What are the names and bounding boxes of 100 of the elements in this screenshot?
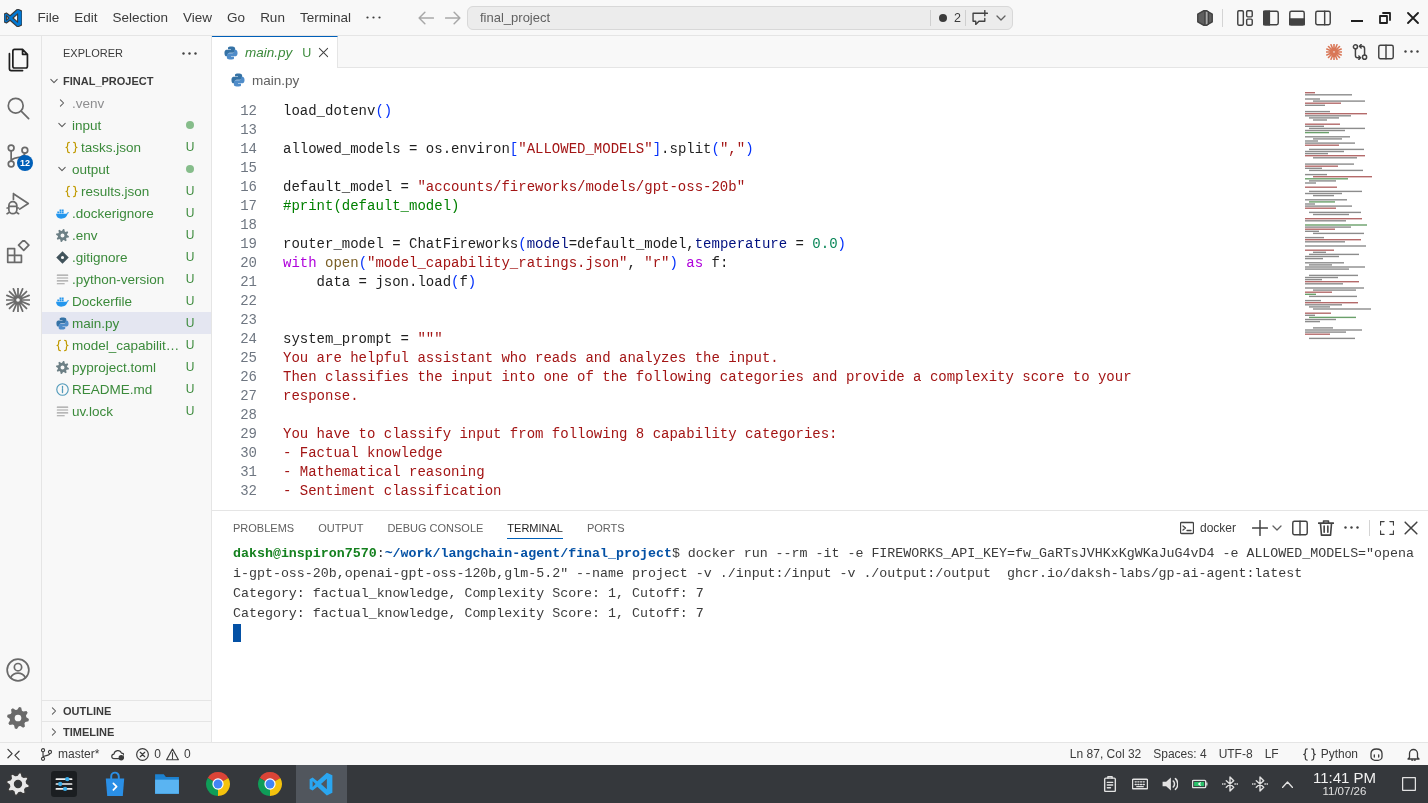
- keyboard-icon[interactable]: [1131, 776, 1148, 792]
- angle-brackets-icon[interactable]: [7, 747, 20, 761]
- bluetooth-icon[interactable]: [1221, 776, 1238, 792]
- file-tree-item[interactable]: model_capabilit… U: [42, 334, 211, 356]
- command-center[interactable]: final_project 2: [467, 5, 1013, 30]
- status-letter: U: [184, 206, 196, 220]
- file-tree-item[interactable]: results.json U: [42, 180, 211, 202]
- compare-arrows-icon[interactable]: [1352, 43, 1368, 60]
- more-icon[interactable]: [1344, 526, 1359, 529]
- files-icon[interactable]: [6, 48, 30, 72]
- sidebar-toggle-icon[interactable]: [1263, 9, 1279, 26]
- status-letter: U: [184, 272, 196, 286]
- menu-item[interactable]: Go: [219, 5, 253, 30]
- chevron-icon[interactable]: [58, 165, 66, 173]
- file-tree-item[interactable]: pyproject.toml U: [42, 356, 211, 378]
- code-line: Then classifies the input into one of the following categories and provide a complexity score to your: [283, 369, 1132, 385]
- hexagon-icon[interactable]: [1197, 9, 1213, 26]
- bell-icon[interactable]: [1407, 747, 1420, 761]
- volume-icon[interactable]: [1161, 776, 1178, 792]
- encoding-status[interactable]: UTF-8: [1218, 747, 1253, 761]
- panel-tab[interactable]: DEBUG CONSOLE: [387, 516, 484, 539]
- clipboard-icon[interactable]: [1101, 776, 1118, 792]
- menu-item[interactable]: Terminal: [292, 5, 359, 30]
- trash-icon[interactable]: [1318, 519, 1334, 536]
- robot-face-icon[interactable]: [1370, 747, 1383, 761]
- close-icon[interactable]: [1404, 520, 1418, 535]
- panel-tab[interactable]: PROBLEMS: [233, 516, 295, 539]
- status-letter: U: [302, 45, 312, 60]
- split-editor-icon[interactable]: [1378, 43, 1394, 60]
- bluetooth-icon[interactable]: [1251, 776, 1268, 792]
- secondary-sidebar-toggle-icon[interactable]: [1315, 9, 1331, 26]
- line-ending-status[interactable]: LF: [1264, 747, 1279, 761]
- customize-layout-icon[interactable]: [1237, 9, 1253, 26]
- caret-up-icon[interactable]: [1281, 780, 1293, 788]
- asterisk-icon[interactable]: [6, 288, 30, 312]
- language-status[interactable]: Python: [1302, 747, 1358, 761]
- file-tree-item[interactable]: uv.lock U: [42, 400, 211, 422]
- chevron-icon[interactable]: [58, 121, 66, 129]
- close-icon[interactable]: [1407, 11, 1419, 24]
- menu-item[interactable]: Edit: [66, 5, 106, 30]
- more-icon[interactable]: [1404, 50, 1419, 53]
- terminal-selector[interactable]: docker: [1179, 520, 1236, 535]
- breadcrumb-item[interactable]: main.py: [231, 72, 300, 88]
- indentation-status[interactable]: Spaces: 4: [1153, 747, 1207, 761]
- section-title: TIMELINE: [63, 726, 115, 738]
- editor-tab[interactable]: main.py U: [212, 36, 339, 68]
- problems-status[interactable]: 0 0: [136, 747, 191, 761]
- cloud-icon[interactable]: [111, 747, 125, 761]
- panel-toggle-icon[interactable]: [1289, 9, 1305, 26]
- clock-date[interactable]: 11/07/26: [1322, 786, 1367, 798]
- split-terminal-icon[interactable]: [1292, 519, 1308, 536]
- run-debug-icon[interactable]: [6, 192, 30, 216]
- menu-item[interactable]: Run: [252, 5, 293, 30]
- chat-plus-icon[interactable]: [972, 9, 988, 26]
- section-header[interactable]: OUTLINE: [42, 700, 211, 721]
- file-tree-item[interactable]: .dockerignore U: [42, 202, 211, 224]
- caret-icon[interactable]: [996, 14, 1006, 21]
- restore-icon[interactable]: [1379, 11, 1391, 24]
- file-tree-item[interactable]: tasks.json U: [42, 136, 211, 158]
- minimize-icon[interactable]: [1351, 19, 1363, 22]
- chevron-icon[interactable]: [50, 707, 58, 715]
- file-tree-item[interactable]: .gitignore U: [42, 246, 211, 268]
- asterisk-icon[interactable]: [1326, 43, 1342, 60]
- code-line: system_prompt = """: [283, 331, 443, 347]
- more-icon[interactable]: [182, 51, 197, 55]
- search-icon[interactable]: [6, 96, 30, 120]
- file-tree-item[interactable]: README.md U: [42, 378, 211, 400]
- cursor-position[interactable]: Ln 87, Col 32: [1069, 747, 1142, 761]
- caret-icon[interactable]: [1272, 524, 1282, 531]
- code-line: response.: [283, 388, 359, 404]
- menu-item[interactable]: Selection: [105, 5, 176, 30]
- gear-icon[interactable]: [6, 772, 30, 796]
- branch-status[interactable]: master*: [40, 747, 100, 761]
- app-logo-icon[interactable]: [4, 8, 22, 27]
- panel-tab[interactable]: TERMINAL: [507, 516, 563, 539]
- file-tree-item[interactable]: .python-version U: [42, 268, 211, 290]
- chevron-icon[interactable]: [50, 77, 58, 85]
- extensions-icon[interactable]: [6, 240, 30, 264]
- menu-item[interactable]: View: [175, 5, 220, 30]
- settings-icon[interactable]: [6, 706, 30, 730]
- add-icon[interactable]: [1252, 519, 1268, 536]
- close-icon[interactable]: [318, 47, 330, 58]
- file-tree-item[interactable]: Dockerfile U: [42, 290, 211, 312]
- menu-item[interactable]: File: [30, 5, 67, 30]
- maximize-icon[interactable]: [1380, 520, 1394, 535]
- clock-time[interactable]: 11:41 PM: [1312, 770, 1376, 786]
- panel-tab[interactable]: OUTPUT: [318, 516, 364, 539]
- file-tree-item[interactable]: .env U: [42, 224, 211, 246]
- more-icon[interactable]: [366, 16, 382, 19]
- file-tree-item[interactable]: input: [42, 114, 211, 136]
- folder-header[interactable]: FINAL_PROJECT: [42, 70, 211, 92]
- show-desktop-icon[interactable]: [1402, 777, 1416, 791]
- chevron-icon[interactable]: [58, 99, 66, 107]
- line-number: 26: [240, 369, 257, 385]
- source-control-icon[interactable]: [6, 144, 30, 168]
- chevron-icon[interactable]: [50, 728, 58, 736]
- file-tree-item[interactable]: output: [42, 158, 211, 180]
- file-tree-item[interactable]: main.py U: [42, 312, 211, 334]
- panel-tab[interactable]: PORTS: [586, 516, 625, 539]
- account-icon[interactable]: [6, 658, 30, 682]
